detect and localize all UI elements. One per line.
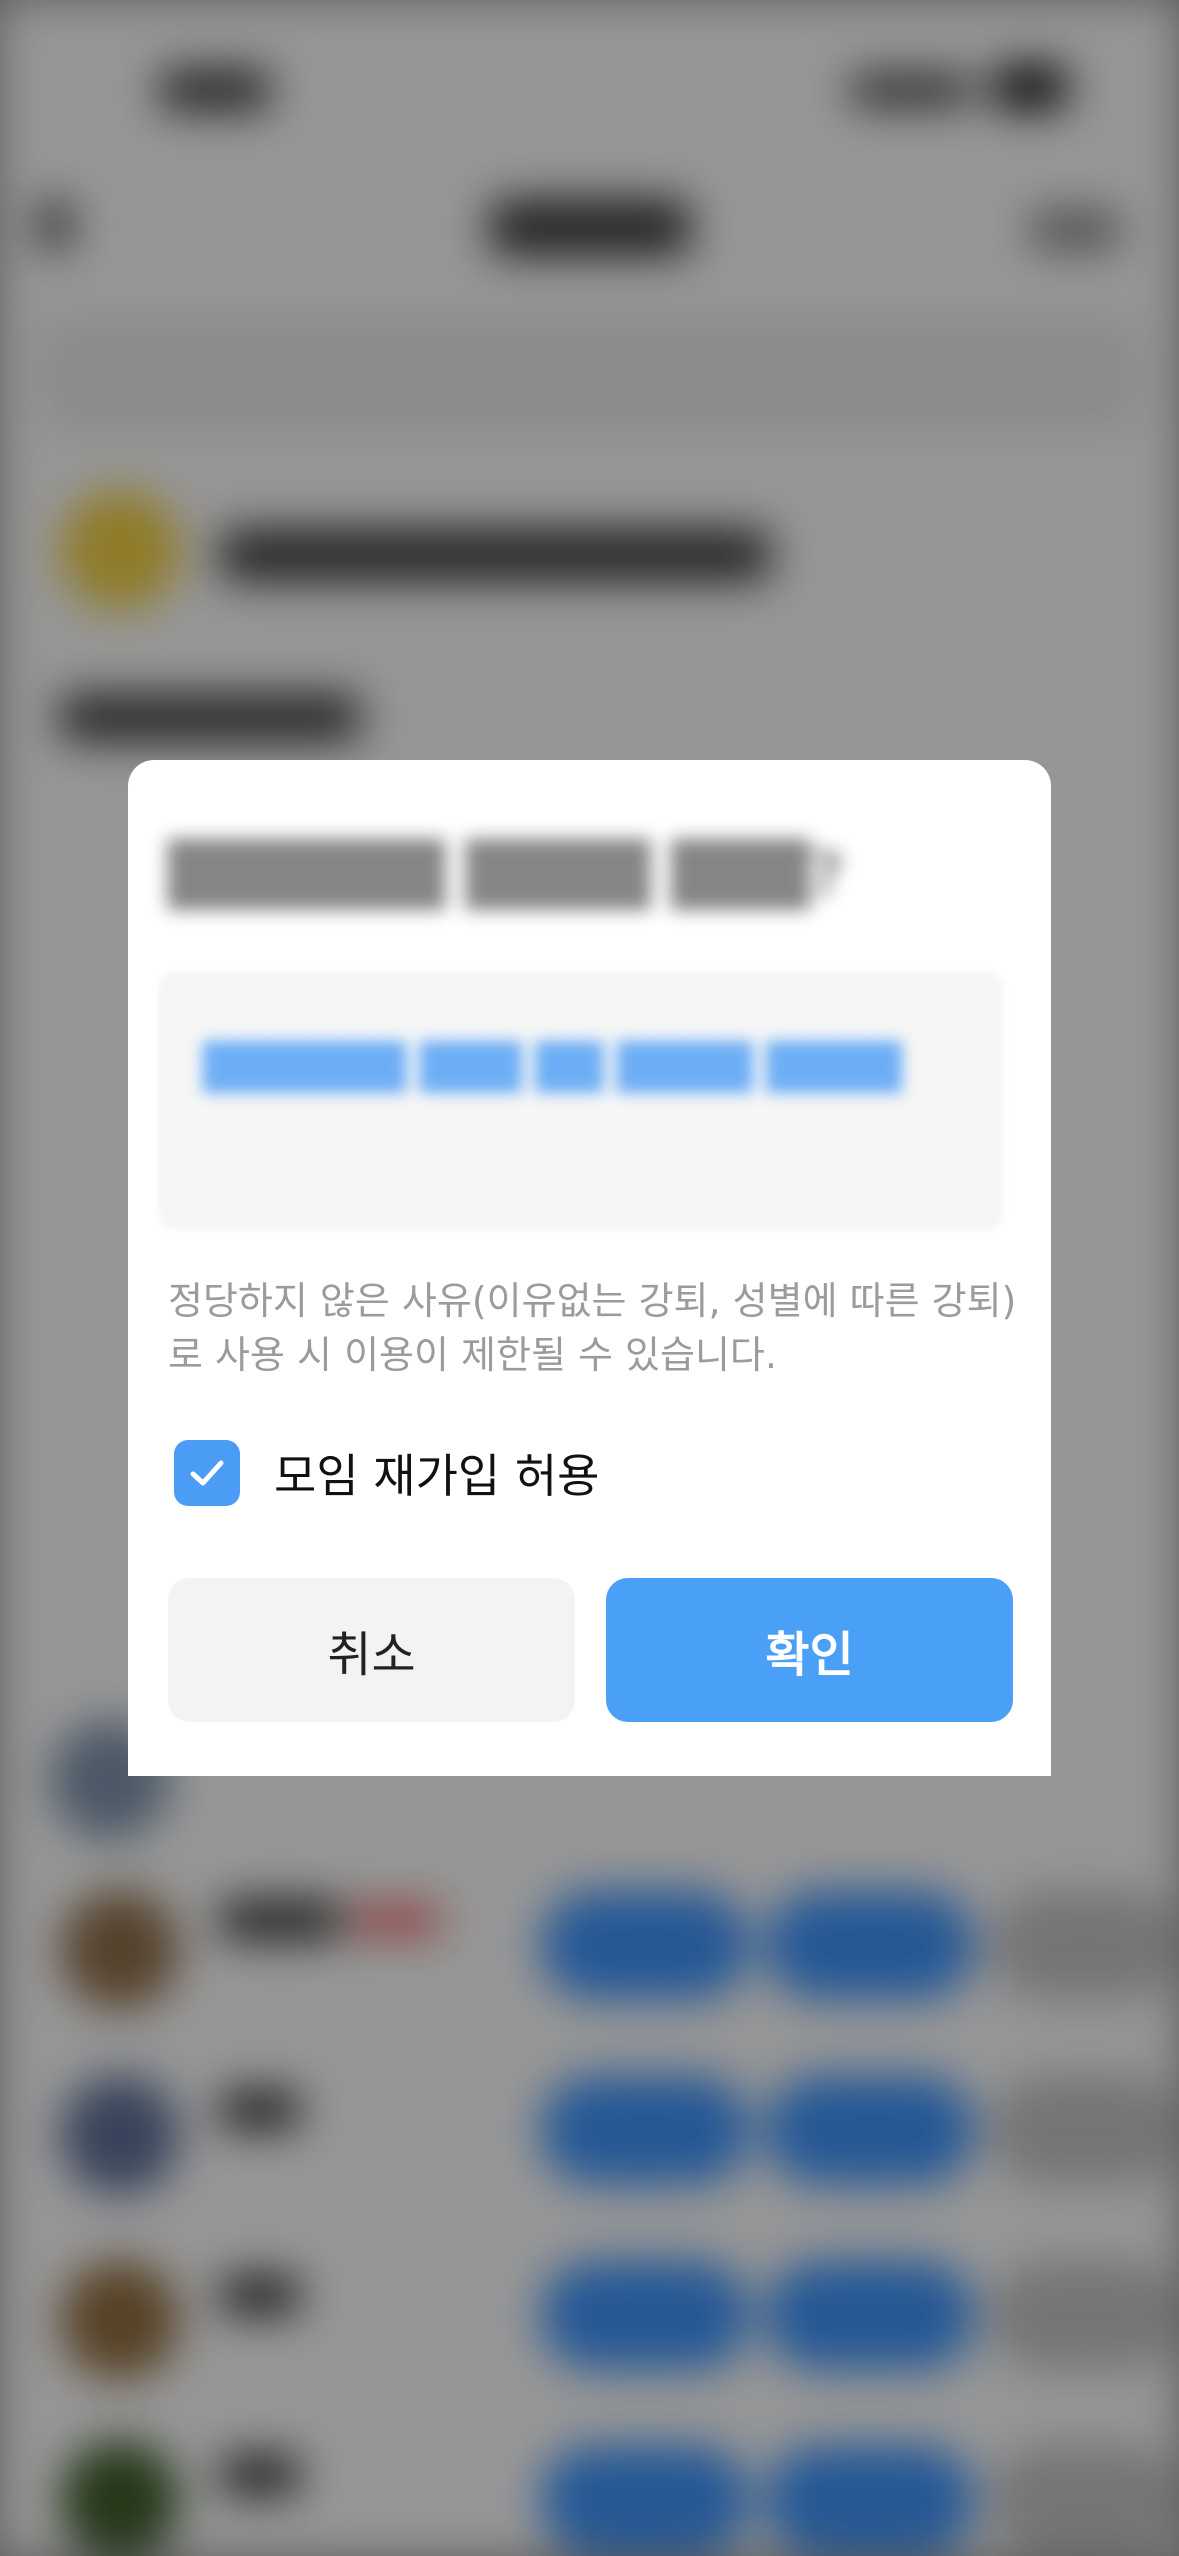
rejoin-checkbox[interactable] [174,1440,240,1506]
rejoin-option[interactable]: 모임 재가입 허용 [174,1440,599,1506]
reason-input-text-blurred: ██████ ███ ██ ████ ████ [203,1042,902,1093]
rejoin-checkbox-label: 모임 재가입 허용 [274,1449,600,1503]
reason-input[interactable]: ██████ ███ ██ ████ ████ [158,972,1003,1230]
confirm-button[interactable]: 확인 [606,1578,1013,1722]
cancel-button[interactable]: 취소 [168,1578,575,1722]
dialog-title-blurred: ██████ ████ ███? [168,840,845,910]
restriction-notice: 정당하지 않은 사유(이유없는 강퇴, 성별에 따른 강퇴)로 사용 시 이용이… [168,1279,1017,1377]
checkmark-icon [190,1460,224,1486]
kick-member-dialog: ██████ ████ ███? ██████ ███ ██ ████ ████… [128,760,1051,1776]
